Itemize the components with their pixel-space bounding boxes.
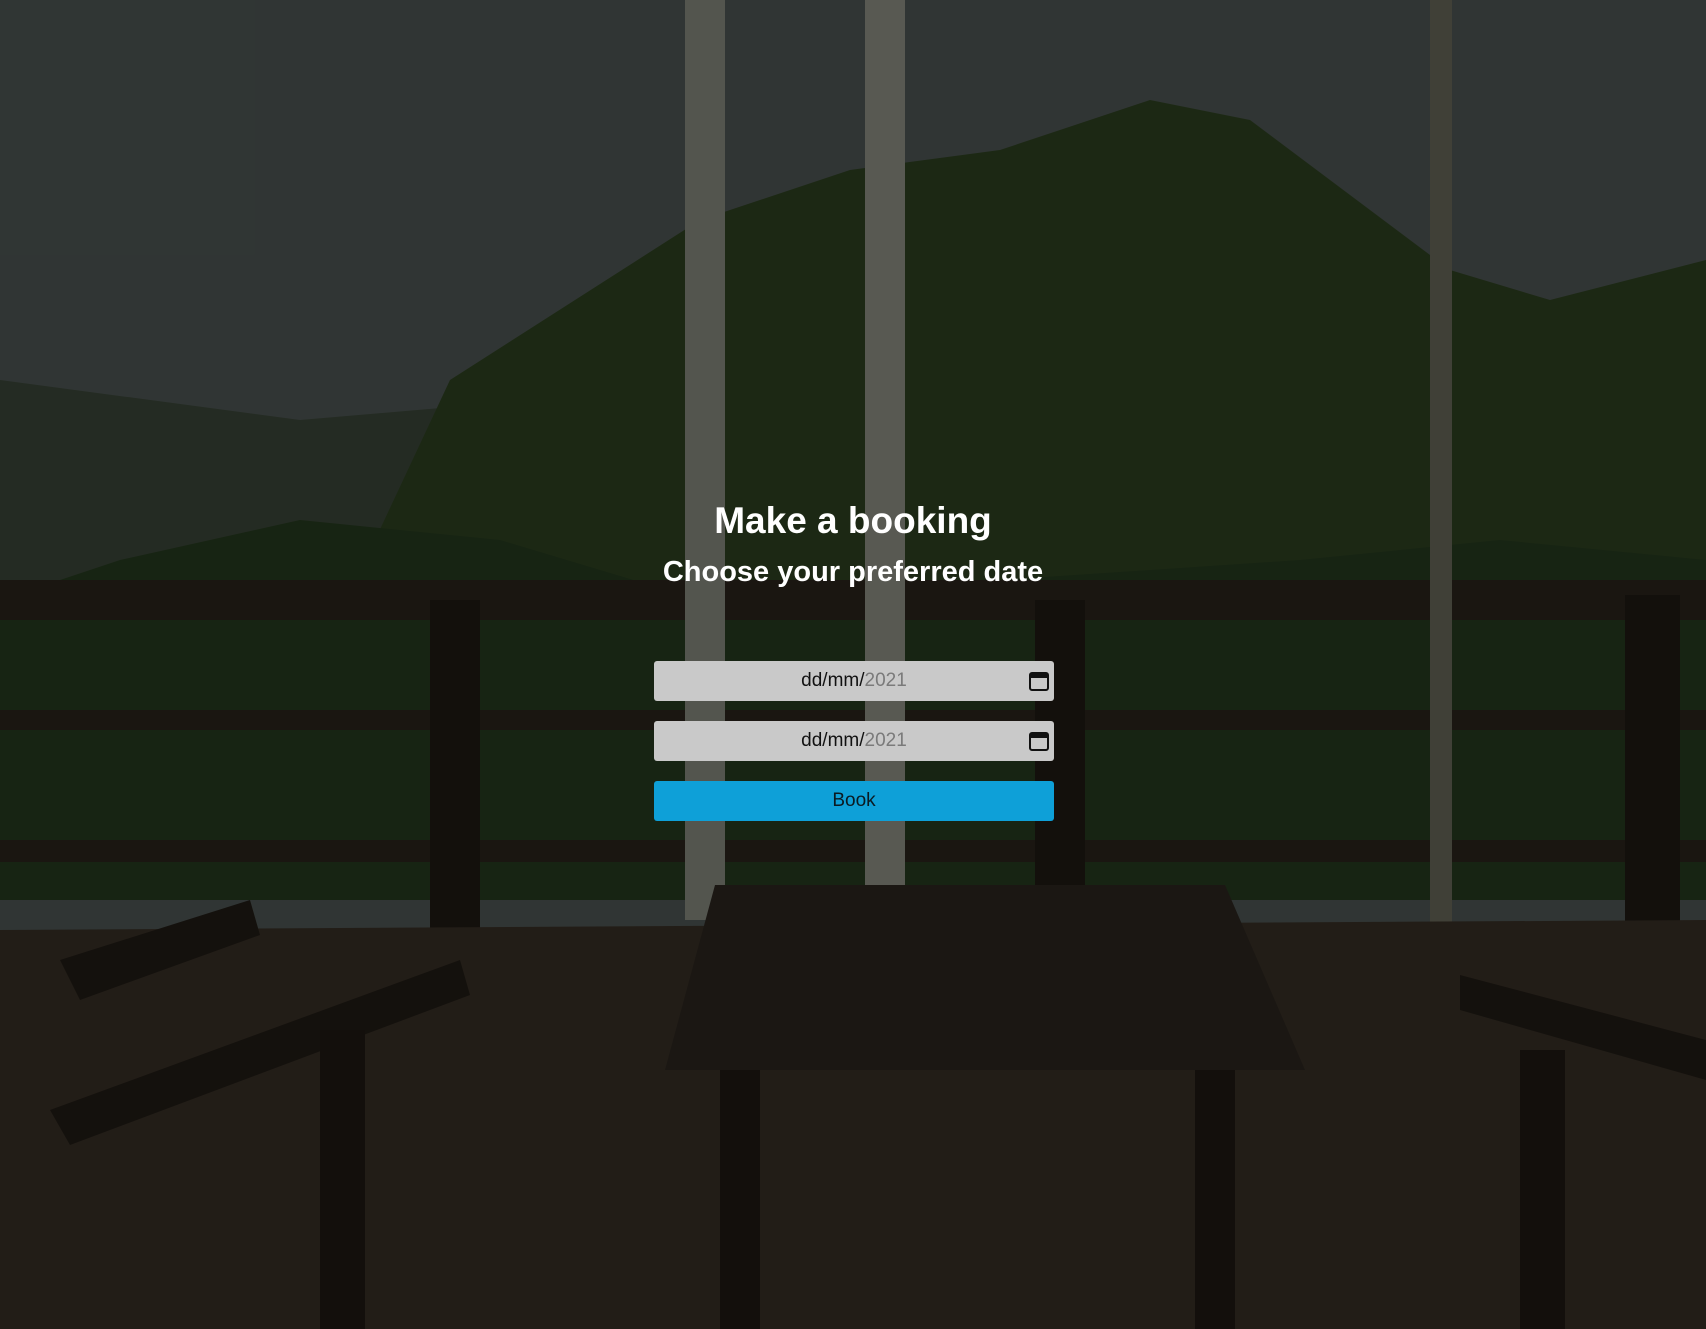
start-date-format: dd/mm/: [801, 670, 865, 691]
start-date-input[interactable]: dd/mm/2021: [654, 661, 1054, 701]
page-subtitle: Choose your preferred date: [662, 556, 1044, 588]
end-date-year: 2021: [864, 730, 907, 751]
booking-page: Make a booking Choose your preferred dat…: [0, 0, 1706, 1329]
booking-form: Make a booking Choose your preferred dat…: [0, 0, 1706, 1329]
end-date-format: dd/mm/: [801, 730, 865, 751]
calendar-icon[interactable]: [1028, 730, 1050, 752]
start-date-year: 2021: [864, 670, 907, 691]
page-title: Make a booking: [714, 500, 992, 541]
book-button[interactable]: Book: [654, 781, 1054, 821]
end-date-input[interactable]: dd/mm/2021: [654, 721, 1054, 761]
calendar-icon[interactable]: [1028, 670, 1050, 692]
